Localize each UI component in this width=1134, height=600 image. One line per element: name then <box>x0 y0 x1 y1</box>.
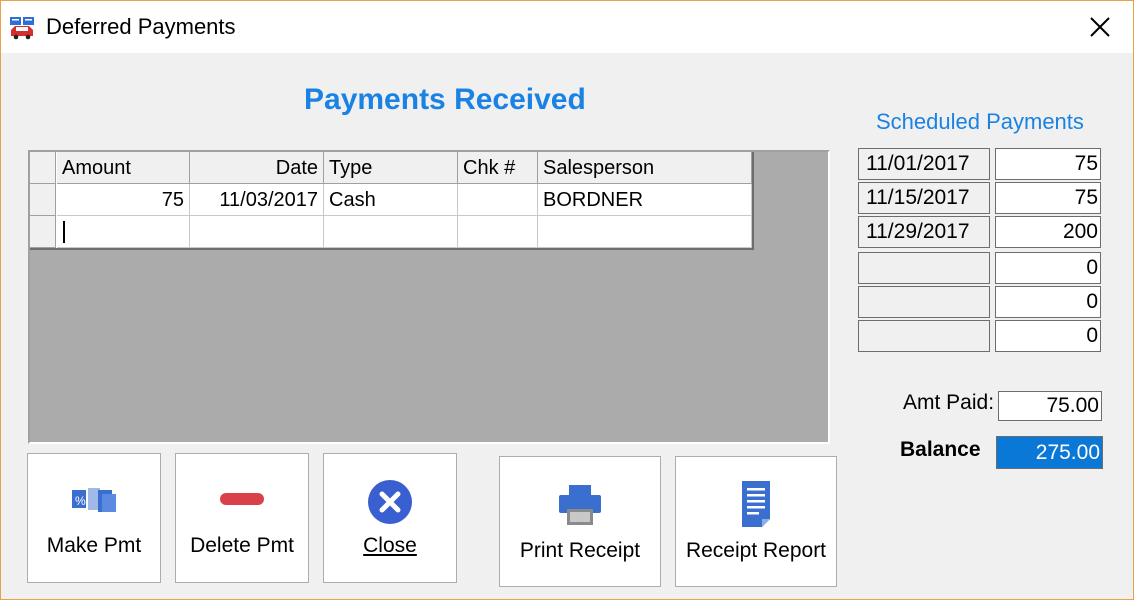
scheduled-date-5 <box>858 286 990 318</box>
make-pmt-button[interactable]: % Make Pmt <box>27 453 161 583</box>
close-label: Close <box>363 534 417 557</box>
grid-corner <box>30 152 56 184</box>
col-check-header[interactable]: Chk # <box>458 152 538 184</box>
payments-grid[interactable]: Amount Date Type Chk # Salesperson 75 11… <box>30 152 754 250</box>
title-bar: Deferred Payments <box>1 1 1133 53</box>
scheduled-date-2: 11/15/2017 <box>858 182 990 214</box>
app-icon <box>10 17 34 40</box>
scheduled-date-3: 11/29/2017 <box>858 216 990 248</box>
cell-amount[interactable] <box>57 216 190 248</box>
receipt-report-label: Receipt Report <box>685 539 827 562</box>
balance-label: Balance <box>900 438 981 461</box>
scheduled-date-6 <box>858 320 990 352</box>
scheduled-amount-3[interactable]: 200 <box>995 216 1101 248</box>
table-row[interactable]: 75 11/03/2017 Cash BORDNER <box>30 184 752 216</box>
delete-pmt-label: Delete Pmt <box>190 534 294 557</box>
cell-check[interactable] <box>458 184 538 216</box>
scheduled-amount-4[interactable]: 0 <box>995 252 1101 284</box>
col-type-header[interactable]: Type <box>324 152 458 184</box>
row-selector[interactable] <box>30 184 56 216</box>
minus-icon <box>220 493 264 505</box>
col-date-header[interactable]: Date <box>190 152 324 184</box>
scheduled-date-4 <box>858 252 990 284</box>
svg-text:%: % <box>75 494 86 508</box>
table-row-new[interactable] <box>30 216 752 248</box>
delete-pmt-button[interactable]: Delete Pmt <box>175 453 309 583</box>
close-button[interactable]: Close <box>323 453 457 583</box>
col-salesperson-header[interactable]: Salesperson <box>538 152 752 184</box>
col-amount-header[interactable]: Amount <box>57 152 190 184</box>
cell-type[interactable]: Cash <box>324 184 458 216</box>
receipt-report-button[interactable]: Receipt Report <box>675 456 837 587</box>
scheduled-amount-2[interactable]: 75 <box>995 182 1101 214</box>
row-selector[interactable] <box>30 216 56 248</box>
text-caret <box>63 221 65 243</box>
close-window-icon[interactable] <box>1083 10 1117 44</box>
page-heading: Payments Received <box>304 83 586 116</box>
amt-paid-label: Amt Paid: <box>903 391 995 414</box>
grid-header-row: Amount Date Type Chk # Salesperson <box>30 152 752 184</box>
print-receipt-button[interactable]: Print Receipt <box>499 456 661 587</box>
cell-salesperson[interactable] <box>538 216 752 248</box>
cell-type[interactable] <box>324 216 458 248</box>
balance-field[interactable]: 275.00 <box>996 436 1103 469</box>
close-circle-icon <box>368 480 412 524</box>
scheduled-amount-5[interactable]: 0 <box>995 286 1101 318</box>
scheduled-amount-6[interactable]: 0 <box>995 320 1101 352</box>
deferred-payments-window: Deferred Payments Payments Received Sche… <box>0 0 1134 600</box>
cell-amount[interactable]: 75 <box>57 184 190 216</box>
scheduled-payments-title: Scheduled Payments <box>876 109 1084 134</box>
scheduled-amount-1[interactable]: 75 <box>995 148 1101 180</box>
payment-icon: % <box>72 488 116 512</box>
report-document-icon <box>742 481 770 527</box>
cell-date[interactable]: 11/03/2017 <box>190 184 324 216</box>
printer-icon <box>559 485 601 525</box>
amt-paid-field[interactable]: 75.00 <box>998 391 1102 421</box>
make-pmt-label: Make Pmt <box>46 534 142 557</box>
scheduled-date-1: 11/01/2017 <box>858 148 990 180</box>
cell-check[interactable] <box>458 216 538 248</box>
print-receipt-label: Print Receipt <box>519 539 641 562</box>
window-title: Deferred Payments <box>46 14 236 39</box>
cell-date[interactable] <box>190 216 324 248</box>
cell-salesperson[interactable]: BORDNER <box>538 184 752 216</box>
